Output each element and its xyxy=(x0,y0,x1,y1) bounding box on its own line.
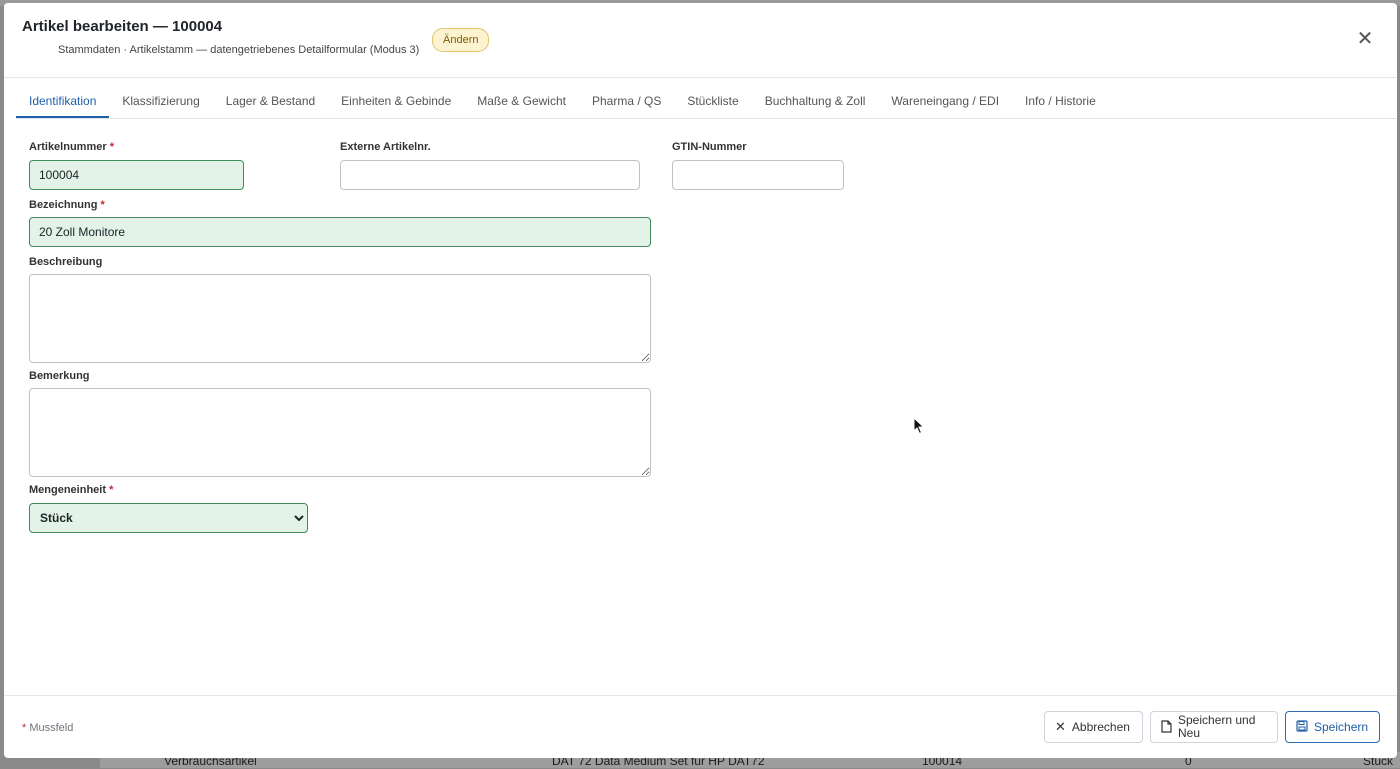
bemerkung-label: Bemerkung xyxy=(29,370,90,382)
save-and-new-label: Speichern und Neu xyxy=(1178,713,1256,740)
tab-info-historie[interactable]: Info / Historie xyxy=(1012,78,1109,118)
externe-artikelnr-input[interactable] xyxy=(340,160,640,190)
gtin-label: GTIN-Nummer xyxy=(672,141,747,153)
required-marker: * xyxy=(109,141,114,153)
footnote-text: Mussfeld xyxy=(29,722,74,734)
label-text: Artikelnummer xyxy=(29,141,107,153)
tab-lager-bestand[interactable]: Lager & Bestand xyxy=(213,78,328,118)
close-icon: ✕ xyxy=(1055,719,1066,734)
mengeneinheit-label: Mengeneinheit * xyxy=(29,484,113,496)
required-footnote: * Mussfeld xyxy=(22,722,73,734)
floppy-disk-icon xyxy=(1296,719,1308,735)
tab-masse-gewicht[interactable]: Maße & Gewicht xyxy=(464,78,579,118)
mode-badge: Ändern xyxy=(432,28,490,52)
required-marker: * xyxy=(100,199,105,211)
new-document-icon xyxy=(1161,719,1172,735)
tab-einheiten-gebinde[interactable]: Einheiten & Gebinde xyxy=(328,78,464,118)
tab-stueckliste[interactable]: Stückliste xyxy=(674,78,751,118)
label-text: Bezeichnung xyxy=(29,199,98,211)
tab-pharma-qs[interactable]: Pharma / QS xyxy=(579,78,674,118)
cancel-button[interactable]: ✕ Abbrechen xyxy=(1044,711,1143,743)
cancel-label: Abbrechen xyxy=(1071,720,1130,734)
bezeichnung-label: Bezeichnung * xyxy=(29,199,105,211)
externe-artikelnr-label: Externe Artikelnr. xyxy=(340,141,431,153)
artikelnummer-label: Artikelnummer * xyxy=(29,141,114,153)
tab-identifikation[interactable]: Identifikation xyxy=(16,78,110,118)
edit-article-dialog: Artikel bearbeiten — 100004 Stammdaten ·… xyxy=(4,3,1397,758)
tab-wareneingang-edi[interactable]: Wareneingang / EDI xyxy=(878,78,1012,118)
tab-bar: Identifikation Klassifizierung Lager & Bes… xyxy=(16,78,1397,119)
required-marker: * xyxy=(22,722,27,734)
gtin-input[interactable] xyxy=(672,160,844,190)
mengeneinheit-select[interactable]: Stück xyxy=(29,503,308,533)
dialog-header: Artikel bearbeiten — 100004 Stammdaten ·… xyxy=(4,3,1397,78)
close-icon[interactable]: ✕ xyxy=(1355,29,1375,49)
dialog-subtitle: Stammdaten · Artikelstamm — datengetrieb… xyxy=(58,44,420,56)
save-and-new-button[interactable]: Speichern und Neu xyxy=(1150,711,1278,743)
artikelnummer-input[interactable] xyxy=(29,160,244,190)
tab-klassifizierung[interactable]: Klassifizierung xyxy=(109,78,212,118)
dialog-footer: * Mussfeld ✕ Abbrechen Speichern und Neu… xyxy=(4,695,1397,758)
beschreibung-label: Beschreibung xyxy=(29,256,103,268)
label-text: Mengeneinheit xyxy=(29,484,107,496)
bemerkung-textarea[interactable] xyxy=(29,388,651,477)
save-label: Speichern xyxy=(1314,720,1369,734)
required-marker: * xyxy=(109,484,114,496)
save-button[interactable]: Speichern xyxy=(1285,711,1380,743)
mouse-cursor-icon xyxy=(913,417,925,435)
dialog-title: Artikel bearbeiten — 100004 xyxy=(22,18,223,35)
beschreibung-textarea[interactable] xyxy=(29,274,651,363)
tab-buchhaltung-zoll[interactable]: Buchhaltung & Zoll xyxy=(752,78,879,118)
bezeichnung-input[interactable] xyxy=(29,217,651,247)
